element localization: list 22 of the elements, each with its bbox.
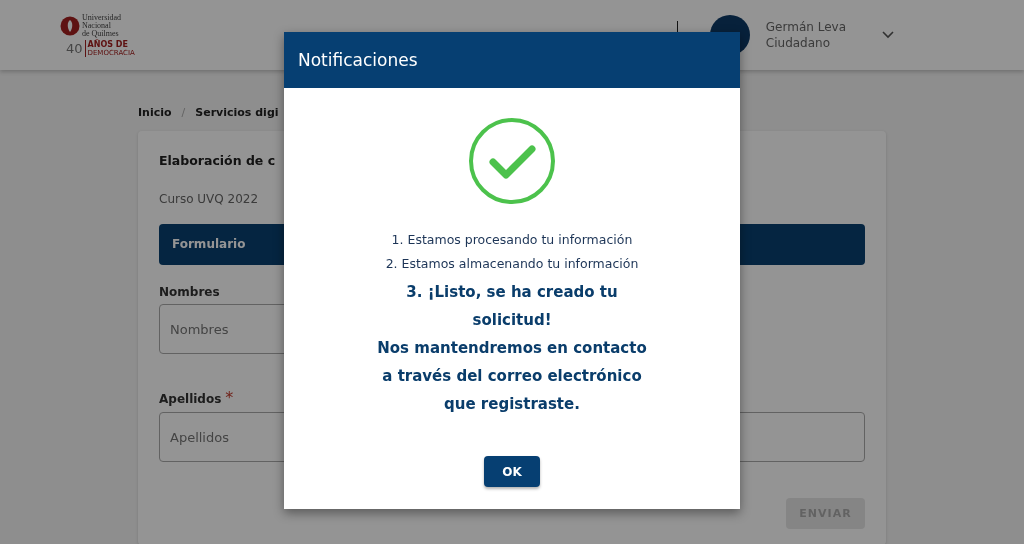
logo-text: Universidad xyxy=(82,13,122,22)
logo-years: 40 xyxy=(66,41,83,55)
breadcrumb-separator: / xyxy=(181,106,186,119)
card-subtitle: Curso UVQ 2022 xyxy=(159,192,260,206)
card-title: Elaboración de c xyxy=(159,153,276,168)
user-name: Germán Leva xyxy=(765,19,846,35)
user-role: Ciudadano xyxy=(765,35,832,51)
field-label: Apellidos xyxy=(159,392,222,406)
chevron-down-icon[interactable] xyxy=(882,31,894,39)
breadcrumb-link[interactable]: Servicios digi xyxy=(195,106,279,119)
check-circle-icon xyxy=(467,116,557,206)
required-mark: * xyxy=(225,388,234,407)
field-label: Nombres xyxy=(159,285,220,299)
dialog-title: Notificaciones xyxy=(284,32,740,88)
logo-tagline: AÑOS DE xyxy=(87,39,129,49)
ok-button[interactable]: OK xyxy=(484,456,540,487)
university-seal-icon xyxy=(60,15,80,36)
logo-text: Nacional xyxy=(82,21,112,30)
success-message: 3. ¡Listo, se ha creado tu solicitud! Nos mantendremos en contacto a través del correo electrónico que registraste. xyxy=(377,282,647,415)
status-text: 1. Estamos procesando tu información xyxy=(391,231,633,249)
logo-text: de Quilmes xyxy=(82,29,120,38)
breadcrumb-link[interactable]: Inicio xyxy=(138,106,172,119)
